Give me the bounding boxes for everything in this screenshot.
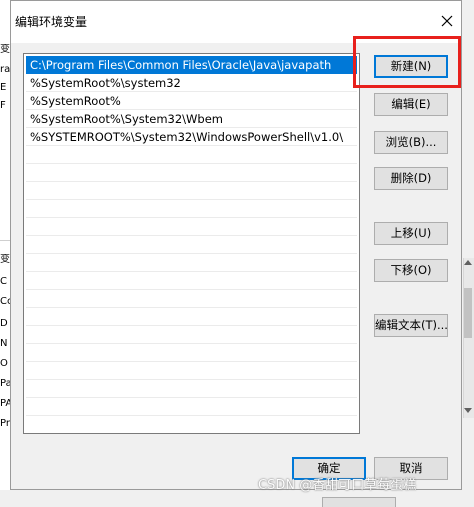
background-fragment: ra: [0, 64, 10, 75]
background-fragment: E: [0, 82, 7, 93]
background-fragment: N: [0, 338, 8, 349]
close-button[interactable]: [435, 9, 459, 35]
list-item-empty[interactable]: [26, 290, 357, 308]
list-item[interactable]: %SystemRoot%\System32\Wbem: [26, 110, 357, 128]
close-icon: [441, 15, 453, 27]
background-fragment: 变: [0, 254, 10, 265]
background-fragment: PA: [0, 398, 10, 409]
watermark: CSDN @香甜可口草莓蛋糕: [258, 478, 417, 493]
list-item-empty[interactable]: [26, 344, 357, 362]
cancel-button[interactable]: 取消: [374, 457, 448, 480]
highlight-annotation: [353, 36, 461, 88]
list-item[interactable]: %SYSTEMROOT%\System32\WindowsPowerShell\…: [26, 128, 357, 146]
background-fragment: Pa: [0, 378, 10, 389]
list-item-empty[interactable]: [26, 236, 357, 254]
list-item-empty[interactable]: [26, 398, 357, 416]
list-item-empty[interactable]: [26, 362, 357, 380]
list-item-empty[interactable]: [26, 380, 357, 398]
list-item-empty[interactable]: [26, 182, 357, 200]
list-item-empty[interactable]: [26, 326, 357, 344]
browse-button[interactable]: 浏览(B)...: [374, 131, 448, 154]
list-item[interactable]: C:\Program Files\Common Files\Oracle\Jav…: [26, 56, 357, 74]
background-fragment: O: [0, 358, 8, 369]
background-divider: [0, 240, 10, 241]
dialog-title: 编辑环境变量: [15, 15, 88, 29]
move-up-button[interactable]: 上移(U): [374, 222, 448, 245]
background-scrollbar[interactable]: [463, 258, 474, 418]
scroll-down-arrow-icon[interactable]: [464, 408, 472, 413]
list-item-empty[interactable]: [26, 218, 357, 236]
list-item-empty[interactable]: [26, 146, 357, 164]
list-item-empty[interactable]: [26, 308, 357, 326]
list-item-empty[interactable]: [26, 254, 357, 272]
background-fragment: D: [0, 318, 8, 329]
ok-button[interactable]: 确定: [292, 457, 366, 480]
edit-button[interactable]: 编辑(E): [374, 93, 448, 116]
list-item-empty[interactable]: [26, 200, 357, 218]
background-fragment: 变: [0, 44, 10, 55]
background-scrollbar-thumb[interactable]: [464, 288, 472, 338]
list-item[interactable]: %SystemRoot%\system32: [26, 74, 357, 92]
move-down-button[interactable]: 下移(O): [374, 259, 448, 282]
background-fragment: C: [0, 276, 7, 287]
delete-button[interactable]: 删除(D): [374, 167, 448, 190]
scroll-up-arrow-icon[interactable]: [464, 260, 472, 265]
background-fragment: Pr: [0, 418, 10, 429]
background-button: [322, 497, 396, 507]
background-fragment: F: [0, 100, 6, 111]
background-window-right: [462, 0, 474, 507]
list-item-empty[interactable]: [26, 164, 357, 182]
list-item-empty[interactable]: [26, 272, 357, 290]
background-fragment: Cc: [0, 296, 10, 307]
edit-text-button[interactable]: 编辑文本(T)...: [374, 314, 448, 337]
path-list[interactable]: C:\Program Files\Common Files\Oracle\Jav…: [23, 53, 360, 434]
list-item[interactable]: %SystemRoot%: [26, 92, 357, 110]
